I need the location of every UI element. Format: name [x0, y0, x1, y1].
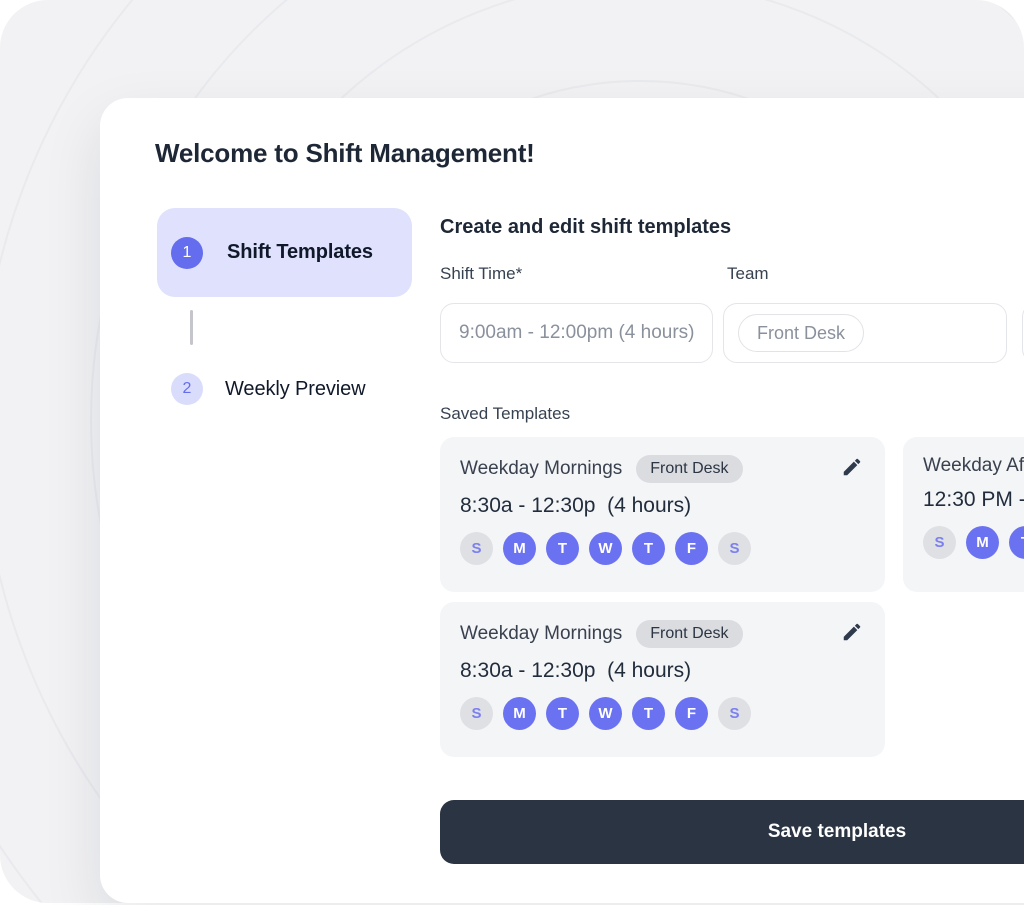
team-field[interactable]: Front Desk [723, 303, 1007, 363]
team-chip-front-desk[interactable]: Front Desk [738, 314, 864, 352]
team-badge: Front Desk [636, 620, 742, 648]
saved-templates-label: Saved Templates [440, 404, 570, 424]
day-chip: F [675, 532, 708, 565]
day-chip: M [503, 532, 536, 565]
template-card-head: Weekday Af [923, 455, 1024, 477]
day-chip: T [1009, 526, 1024, 559]
day-chip: T [632, 532, 665, 565]
edit-template-button[interactable] [839, 455, 865, 481]
template-card-partial: Weekday Af 12:30 PM - S M T [903, 437, 1024, 592]
pencil-icon [841, 621, 863, 646]
day-chip: T [632, 697, 665, 730]
day-chips: S M T [923, 526, 1024, 559]
day-chip: M [503, 697, 536, 730]
day-chip: T [546, 532, 579, 565]
day-chip: T [546, 697, 579, 730]
team-label: Team [727, 264, 769, 284]
template-title: Weekday Mornings [460, 458, 622, 480]
template-card-head: Weekday Mornings Front Desk [460, 620, 865, 648]
template-title: Weekday Mornings [460, 623, 622, 645]
shift-management-modal: Welcome to Shift Management! 1 Shift Tem… [100, 98, 1024, 903]
day-chips: S M T W T F S [460, 697, 865, 730]
template-time: 8:30a - 12:30p (4 hours) [460, 659, 865, 683]
shift-time-label: Shift Time* [440, 264, 522, 284]
day-chips: S M T W T F S [460, 532, 865, 565]
shift-time-input[interactable] [441, 304, 712, 362]
day-chip: S [460, 697, 493, 730]
day-chip: F [675, 697, 708, 730]
step-number-badge: 2 [171, 373, 203, 405]
template-time: 8:30a - 12:30p (4 hours) [460, 494, 865, 518]
template-card-head: Weekday Mornings Front Desk [460, 455, 865, 483]
day-chip: M [966, 526, 999, 559]
day-chip: S [718, 697, 751, 730]
step-number-badge: 1 [171, 237, 203, 269]
edit-template-button[interactable] [839, 620, 865, 646]
day-chip: S [460, 532, 493, 565]
page-title: Welcome to Shift Management! [155, 138, 535, 168]
day-chip: W [589, 532, 622, 565]
template-title: Weekday Af [923, 455, 1024, 477]
step-label: Shift Templates [227, 241, 373, 264]
day-chip: S [923, 526, 956, 559]
day-chip: W [589, 697, 622, 730]
template-card: Weekday Mornings Front Desk 8:30a - 12:3… [440, 602, 885, 757]
day-chip: S [718, 532, 751, 565]
shift-time-field [440, 303, 713, 363]
save-templates-button[interactable]: Save templates [440, 800, 1024, 864]
stepper-connector-line [190, 310, 193, 345]
template-card: Weekday Mornings Front Desk 8:30a - 12:3… [440, 437, 885, 592]
template-time: 12:30 PM - [923, 488, 1024, 512]
stepper-item-weekly-preview[interactable]: 2 Weekly Preview [171, 373, 366, 405]
team-badge: Front Desk [636, 455, 742, 483]
pencil-icon [841, 456, 863, 481]
stepper-item-shift-templates[interactable]: 1 Shift Templates [157, 208, 412, 297]
screen: Welcome to Shift Management! 1 Shift Tem… [0, 0, 1024, 905]
section-heading: Create and edit shift templates [440, 216, 731, 239]
step-label: Weekly Preview [225, 378, 366, 401]
